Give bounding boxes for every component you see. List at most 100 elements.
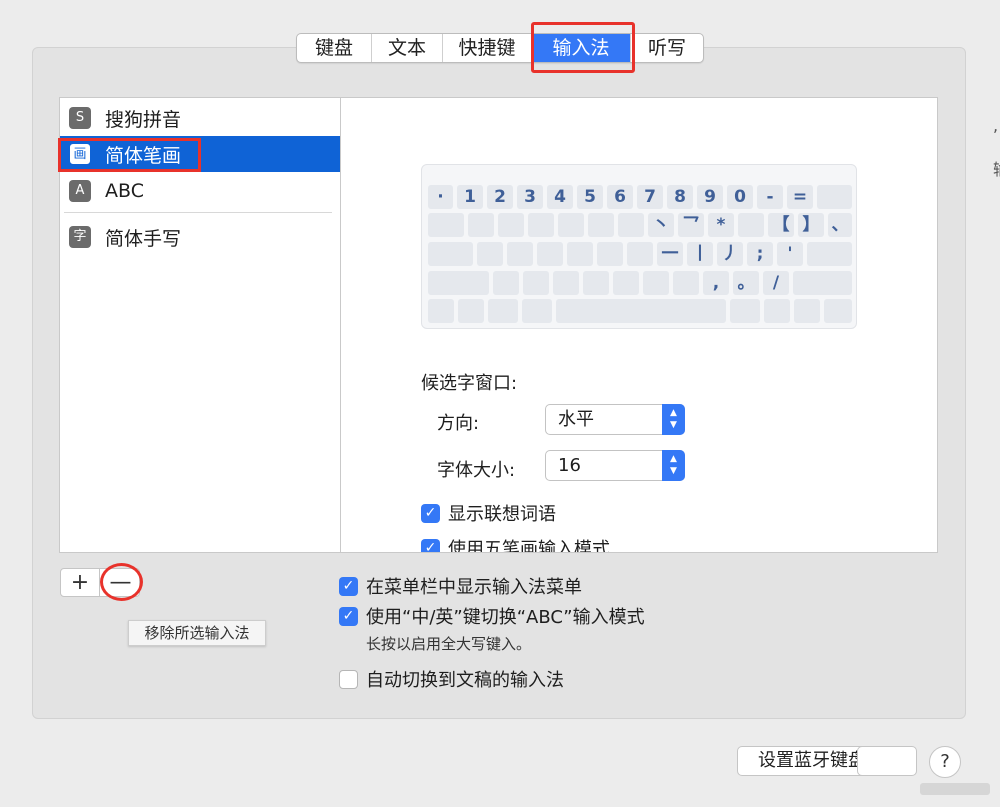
key: 丶 xyxy=(648,213,674,237)
tab-keyboard[interactable]: 键盘 xyxy=(297,34,372,62)
checkmark-icon: ✓ xyxy=(421,503,440,523)
key xyxy=(468,213,494,237)
key: 一 xyxy=(657,242,683,266)
input-source-simplified-handwriting[interactable]: 字 简体手写 xyxy=(60,219,340,255)
key xyxy=(794,299,820,323)
font-size-select[interactable]: 16 ▲ ▼ xyxy=(545,450,685,481)
checkmark-icon: ✓ xyxy=(421,538,440,552)
key-shift-right xyxy=(793,271,852,295)
key xyxy=(613,271,639,295)
checkbox-label: 使用“中/英”键切换“ABC”输入模式 xyxy=(366,607,645,628)
key: ; xyxy=(747,242,773,266)
key xyxy=(597,242,623,266)
bottom-button-partial[interactable] xyxy=(857,746,917,776)
font-size-value: 16 xyxy=(558,455,581,476)
auto-switch-input-checkbox[interactable]: 自动切换到文稿的输入法 xyxy=(339,666,564,692)
checkbox-label: 显示联想词语 xyxy=(448,504,556,525)
key xyxy=(458,299,484,323)
key: 6 xyxy=(607,185,633,209)
key: 丿 xyxy=(717,242,743,266)
key: 9 xyxy=(697,185,723,209)
font-size-label: 字体大小: xyxy=(437,460,516,481)
key: 7 xyxy=(637,185,663,209)
edge-text: , xyxy=(993,116,999,135)
key: 3 xyxy=(517,185,543,209)
input-source-detail: · 1 2 3 4 5 6 7 8 9 0 - = 丶 乛 * 【 】 、 一 … xyxy=(341,97,938,553)
key: * xyxy=(708,213,734,237)
tab-dictation[interactable]: 听写 xyxy=(631,34,703,62)
key xyxy=(730,299,760,323)
annotation-circle-remove xyxy=(100,563,143,601)
key-tab xyxy=(428,213,464,237)
input-source-sogou-pinyin[interactable]: S 搜狗拼音 xyxy=(60,100,340,136)
key xyxy=(618,213,644,237)
key xyxy=(567,242,593,266)
cn-en-switch-checkbox[interactable]: ✓ 使用“中/英”键切换“ABC”输入模式 xyxy=(339,603,645,629)
key: 5 xyxy=(577,185,603,209)
tab-shortcuts[interactable]: 快捷键 xyxy=(443,34,532,62)
abc-icon: A xyxy=(69,180,91,202)
key xyxy=(477,242,503,266)
key xyxy=(643,271,669,295)
key: ' xyxy=(777,242,803,266)
edge-text: 输 xyxy=(993,156,1000,180)
handwriting-icon: 字 xyxy=(69,226,91,248)
keyboard-layout-preview: · 1 2 3 4 5 6 7 8 9 0 - = 丶 乛 * 【 】 、 一 … xyxy=(421,164,857,329)
key xyxy=(522,299,552,323)
key xyxy=(493,271,519,295)
key: 丨 xyxy=(687,242,713,266)
key: - xyxy=(757,185,783,209)
add-input-source-button[interactable]: + xyxy=(61,569,100,596)
list-divider xyxy=(64,212,332,213)
key xyxy=(627,242,653,266)
key: 乛 xyxy=(678,213,704,237)
key xyxy=(528,213,554,237)
key: 8 xyxy=(667,185,693,209)
key xyxy=(507,242,533,266)
key xyxy=(553,271,579,295)
key xyxy=(738,213,764,237)
direction-label: 方向: xyxy=(437,413,480,434)
checkmark-icon: ✓ xyxy=(339,606,358,626)
key: 。 xyxy=(733,271,759,295)
five-stroke-mode-checkbox[interactable]: ✓ 使用五笔画输入模式 xyxy=(421,535,610,553)
key-space xyxy=(556,299,726,323)
checkbox-label: 在菜单栏中显示输入法菜单 xyxy=(366,577,582,598)
key xyxy=(428,299,454,323)
direction-select[interactable]: 水平 ▲ ▼ xyxy=(545,404,685,435)
input-source-abc[interactable]: A ABC xyxy=(60,173,340,209)
input-source-label: ABC xyxy=(105,180,144,202)
input-source-label: 搜狗拼音 xyxy=(105,108,182,131)
key: 4 xyxy=(547,185,573,209)
key: 1 xyxy=(457,185,483,209)
sogou-icon: S xyxy=(69,107,91,129)
caps-lock-note: 长按以启用全大写键入。 xyxy=(366,635,532,653)
key: 0 xyxy=(727,185,753,209)
key-delete xyxy=(817,185,852,209)
watermark-icon xyxy=(920,783,990,795)
key: · xyxy=(428,185,453,209)
checkmark-icon: ✓ xyxy=(339,576,358,596)
key xyxy=(498,213,524,237)
key: 、 xyxy=(828,213,852,237)
tab-bar: 键盘 文本 快捷键 输入法 听写 xyxy=(296,33,704,63)
candidate-window-title: 候选字窗口: xyxy=(421,373,518,394)
show-input-menu-checkbox[interactable]: ✓ 在菜单栏中显示输入法菜单 xyxy=(339,573,582,599)
key xyxy=(488,299,518,323)
key: , xyxy=(703,271,729,295)
show-associated-words-checkbox[interactable]: ✓ 显示联想词语 xyxy=(421,500,556,526)
annotation-box-tab xyxy=(531,22,635,73)
help-button[interactable]: ? xyxy=(929,746,961,778)
key-shift-left xyxy=(428,271,489,295)
checkbox-label: 使用五笔画输入模式 xyxy=(448,539,610,553)
key xyxy=(558,213,584,237)
stepper-arrows-icon: ▲ ▼ xyxy=(662,450,685,481)
checkbox-unchecked xyxy=(339,669,358,689)
key xyxy=(583,271,609,295)
key: = xyxy=(787,185,813,209)
key xyxy=(537,242,563,266)
key-return xyxy=(807,242,852,266)
stepper-arrows-icon: ▲ ▼ xyxy=(662,404,685,435)
key xyxy=(673,271,699,295)
tab-text[interactable]: 文本 xyxy=(372,34,443,62)
